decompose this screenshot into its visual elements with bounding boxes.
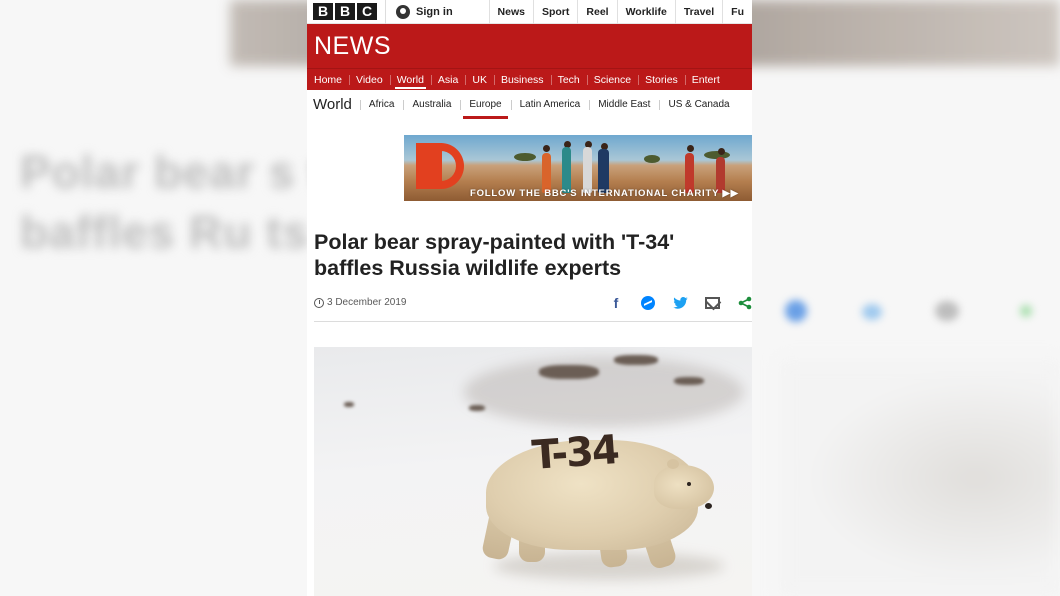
photo-rock xyxy=(614,355,658,365)
ad-person xyxy=(562,147,571,193)
charity-ad-text: FOLLOW THE BBC'S INTERNATIONAL CHARITY ▶… xyxy=(470,188,739,199)
subnav-africa[interactable]: Africa xyxy=(359,97,404,113)
polar-bear-ear xyxy=(667,459,679,469)
share-icon[interactable] xyxy=(738,296,752,310)
blurred-mail-icon xyxy=(935,301,959,321)
nav-world[interactable]: World xyxy=(389,69,431,91)
subnav-latin-america[interactable]: Latin America xyxy=(510,97,590,113)
ad-person xyxy=(598,149,609,193)
blurred-share-icon xyxy=(1020,305,1032,317)
global-nav-future[interactable]: Fu xyxy=(722,0,752,24)
sign-in-label: Sign in xyxy=(416,5,453,18)
sign-in-button[interactable]: Sign in xyxy=(385,0,453,24)
news-main-nav: Home Video World Asia UK Business Tech S… xyxy=(307,68,752,90)
section-subnav: World Africa Australia Europe Latin Amer… xyxy=(307,90,752,120)
global-nav-sport[interactable]: Sport xyxy=(532,0,577,24)
article-date: 3 December 2019 xyxy=(327,297,407,308)
article-photo: T-34 xyxy=(314,347,752,596)
blurred-twitter-icon xyxy=(862,304,882,320)
blurred-photo-edge xyxy=(780,360,1060,596)
photo-rock xyxy=(344,402,354,407)
messenger-icon[interactable] xyxy=(641,296,655,310)
nav-tech[interactable]: Tech xyxy=(550,69,587,91)
article-meta: 3 December 2019 f S xyxy=(314,292,752,322)
blurred-headline-line-2: baffles Ru ts xyxy=(20,206,310,258)
news-logo[interactable]: NEWS xyxy=(314,32,391,61)
nav-asia[interactable]: Asia xyxy=(430,69,465,91)
email-icon[interactable] xyxy=(705,297,720,309)
photo-rock xyxy=(674,377,704,385)
blurred-messenger-icon xyxy=(785,300,807,322)
photo-terrain-shadow xyxy=(464,357,744,427)
article-page: B B C Sign in News Sport Reel Worklife T… xyxy=(307,0,752,596)
global-nav-travel[interactable]: Travel xyxy=(674,0,722,24)
clock-icon xyxy=(314,298,324,308)
spray-painted-marking: T-34 xyxy=(530,427,620,479)
charity-ad-banner[interactable]: FOLLOW THE BBC'S INTERNATIONAL CHARITY ▶… xyxy=(404,135,752,201)
photo-rock xyxy=(539,365,599,379)
twitter-icon[interactable] xyxy=(673,297,688,309)
news-banner: NEWS xyxy=(307,24,752,68)
section-title[interactable]: World xyxy=(313,96,352,113)
polar-bear-nose xyxy=(705,503,712,509)
ad-person-head xyxy=(543,145,550,152)
global-nav-reel[interactable]: Reel xyxy=(577,0,616,24)
ad-person-head xyxy=(718,148,725,155)
user-icon xyxy=(396,4,410,19)
global-nav: News Sport Reel Worklife Travel Fu xyxy=(488,0,752,24)
charity-logo-arc xyxy=(434,143,464,189)
polar-bear-head xyxy=(654,465,714,509)
ad-person xyxy=(583,147,592,193)
bbc-global-bar: B B C Sign in News Sport Reel Worklife T… xyxy=(307,0,752,24)
nav-home[interactable]: Home xyxy=(307,69,349,91)
global-nav-worklife[interactable]: Worklife xyxy=(616,0,675,24)
photo-rock xyxy=(469,405,485,411)
nav-entertainment[interactable]: Entert xyxy=(684,69,727,91)
polar-bear-eye xyxy=(687,482,691,486)
nav-uk[interactable]: UK xyxy=(465,69,494,91)
bbc-logo-letter: B xyxy=(313,3,333,20)
article-headline: Polar bear spray-painted with 'T-34' baf… xyxy=(314,230,675,280)
ad-person-head xyxy=(687,145,694,152)
nav-business[interactable]: Business xyxy=(493,69,551,91)
subnav-europe[interactable]: Europe xyxy=(460,97,510,119)
ad-tree xyxy=(514,153,536,161)
nav-science[interactable]: Science xyxy=(586,69,638,91)
bbc-logo[interactable]: B B C xyxy=(313,3,377,20)
nav-stories[interactable]: Stories xyxy=(638,69,685,91)
subnav-us-canada[interactable]: US & Canada xyxy=(659,97,738,113)
subnav-middle-east[interactable]: Middle East xyxy=(589,97,659,113)
ad-person xyxy=(542,153,551,193)
bbc-logo-letter: C xyxy=(357,3,377,20)
nav-video[interactable]: Video xyxy=(349,69,390,91)
facebook-icon[interactable]: f xyxy=(610,296,622,310)
global-nav-news[interactable]: News xyxy=(488,0,533,24)
ad-person xyxy=(685,153,694,193)
subnav-australia[interactable]: Australia xyxy=(403,97,460,113)
bbc-logo-letter: B xyxy=(335,3,355,20)
ad-tree xyxy=(644,155,660,163)
